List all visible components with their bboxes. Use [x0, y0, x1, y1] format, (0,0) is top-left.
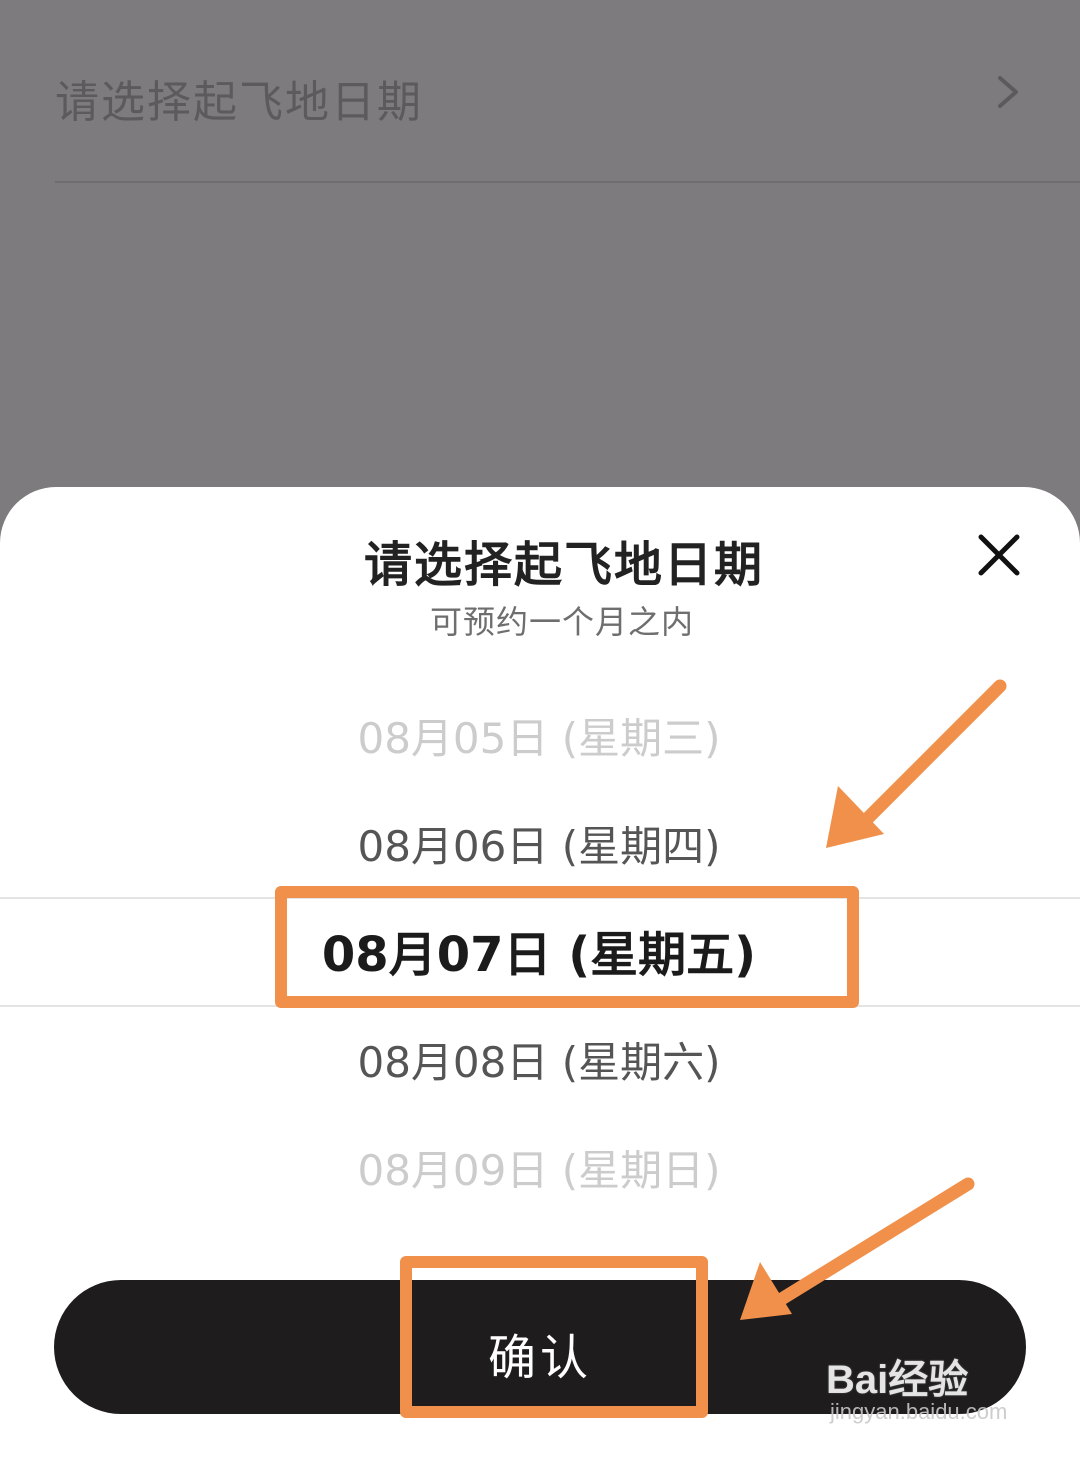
annotation-arrows: [740, 679, 1007, 1320]
arrow-icon: [826, 679, 1007, 848]
baidu-jingyan-watermark: Bai经验 jingyan.baidu.com: [826, 1347, 1046, 1447]
watermark-logo-text: Bai经验: [826, 1358, 969, 1402]
watermark-url: jingyan.baidu.com: [830, 1399, 1008, 1424]
arrow-icon: [740, 1177, 975, 1320]
